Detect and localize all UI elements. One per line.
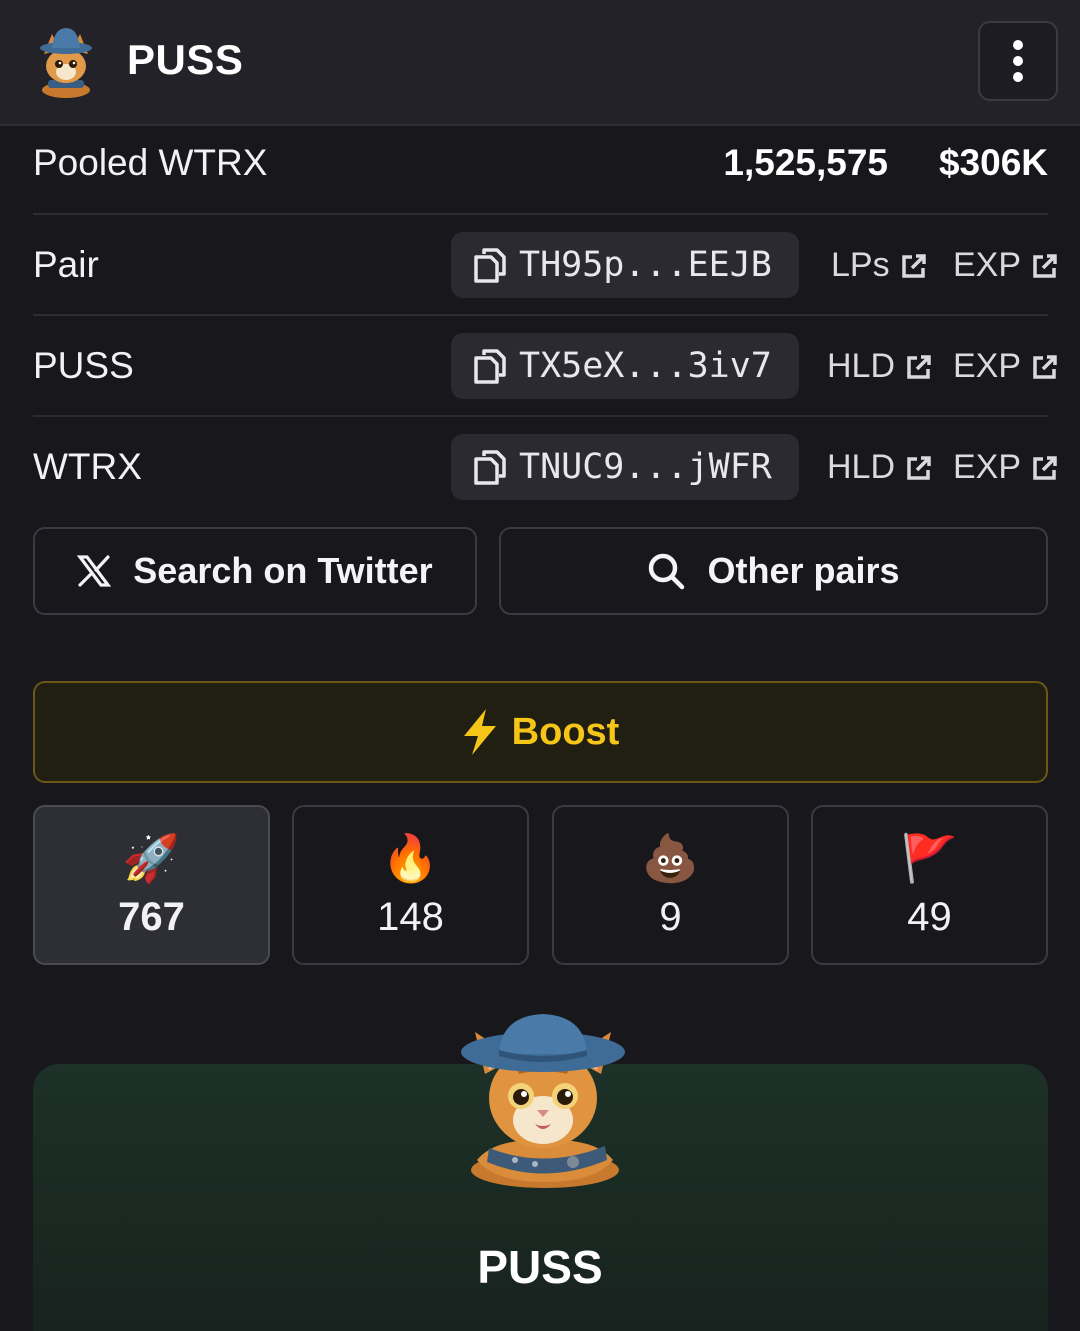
other-pairs-button[interactable]: Other pairs <box>499 527 1048 615</box>
reaction-red-flag-button[interactable]: 🚩 49 <box>811 805 1048 965</box>
copy-icon <box>474 248 506 283</box>
pooled-usd-value: $306K <box>938 142 1048 183</box>
reaction-poop-button[interactable]: 💩 9 <box>552 805 789 965</box>
wtrx-explorer-link[interactable]: EXP <box>953 448 1059 487</box>
reaction-count: 148 <box>377 895 444 939</box>
wtrx-label: WTRX <box>33 446 142 487</box>
pooled-label: Pooled WTRX <box>33 142 268 183</box>
x-logo-icon <box>77 555 112 587</box>
token-row-wtrx: WTRX TNUC9...jWFR HLD EXP <box>33 417 1057 518</box>
pooled-amount: 1,525,575 <box>723 142 888 183</box>
pooled-row: Pooled WTRX 1,525,575 $306K <box>33 126 1048 215</box>
boost-label: Boost <box>511 710 620 753</box>
reaction-fire-button[interactable]: 🔥 148 <box>292 805 529 965</box>
puss-explorer-link[interactable]: EXP <box>953 347 1059 386</box>
token-row-puss: PUSS TX5eX...3iv7 HLD EXP <box>33 316 1057 417</box>
more-vertical-icon <box>1013 40 1023 50</box>
pair-explorer-link[interactable]: EXP <box>953 246 1059 285</box>
red-flag-icon: 🚩 <box>900 832 959 884</box>
token-avatar-icon <box>461 1014 625 1188</box>
more-vertical-dot <box>1013 72 1023 82</box>
external-link-icon <box>907 455 931 480</box>
puss-label: PUSS <box>33 345 134 386</box>
poop-icon: 💩 <box>641 832 700 884</box>
pair-row: Pair TH95p...EEJB LPs EXP <box>33 215 1057 316</box>
cat-wizard-logo-icon <box>40 28 92 98</box>
external-link-icon <box>907 354 931 379</box>
rocket-icon: 🚀 <box>122 832 181 884</box>
top-bar: PUSS <box>0 0 1080 126</box>
search-twitter-label: Search on Twitter <box>133 550 433 591</box>
search-icon <box>649 553 685 590</box>
exp-link-label: EXP <box>953 246 1022 284</box>
external-link-icon <box>1033 455 1057 480</box>
pair-address: TH95p...EEJB <box>519 245 772 285</box>
external-link-icon <box>901 253 926 278</box>
exp-link-label: EXP <box>953 347 1022 385</box>
more-vertical-dot <box>1013 56 1023 66</box>
reaction-rocket-button[interactable]: 🚀 767 <box>33 805 270 965</box>
token-name: PUSS <box>477 1241 603 1293</box>
pair-address-copy-button[interactable]: TH95p...EEJB <box>451 232 799 298</box>
hld-link-label: HLD <box>827 448 896 486</box>
external-link-icon <box>1033 253 1057 278</box>
search-twitter-button[interactable]: Search on Twitter <box>33 527 477 615</box>
puss-address: TX5eX...3iv7 <box>519 346 772 386</box>
other-pairs-label: Other pairs <box>707 550 900 591</box>
reaction-count: 767 <box>118 895 185 939</box>
reaction-count: 9 <box>659 895 682 939</box>
lps-link-label: LPs <box>831 246 890 284</box>
wtrx-address: TNUC9...jWFR <box>519 447 772 487</box>
exp-link-label: EXP <box>953 448 1022 486</box>
header-title: PUSS <box>127 36 244 83</box>
reaction-count: 49 <box>907 895 952 939</box>
copy-icon <box>474 450 506 485</box>
wtrx-address-copy-button[interactable]: TNUC9...jWFR <box>451 434 799 500</box>
boost-button[interactable]: Boost <box>33 681 1048 783</box>
more-menu-button[interactable] <box>978 21 1058 101</box>
pair-lps-link[interactable]: LPs <box>831 246 928 285</box>
puss-address-copy-button[interactable]: TX5eX...3iv7 <box>451 333 799 399</box>
wtrx-holders-link[interactable]: HLD <box>827 448 933 487</box>
puss-holders-link[interactable]: HLD <box>827 347 933 386</box>
fire-icon: 🔥 <box>381 832 440 884</box>
lightning-bolt-icon <box>463 709 496 755</box>
hld-link-label: HLD <box>827 347 896 385</box>
copy-icon <box>474 349 506 384</box>
pair-label: Pair <box>33 244 99 285</box>
external-link-icon <box>1033 354 1057 379</box>
